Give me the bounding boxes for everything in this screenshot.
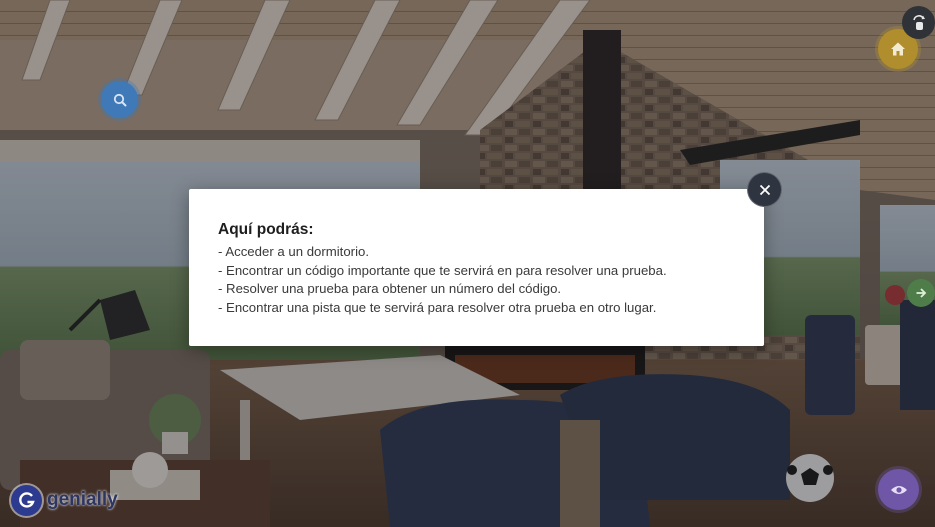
genially-logo-text: genially [47, 489, 118, 510]
dialog-line: - Encontrar un código importante que te … [218, 262, 667, 278]
touch-rotate-button[interactable] [902, 6, 935, 39]
escape-room-screen: Aquí podrás: - Acceder a un dormitorio. … [0, 0, 935, 527]
dialog-content: Aquí podrás: - Acceder a un dormitorio. … [218, 221, 744, 317]
touch-rotate-icon [910, 14, 928, 32]
dialog-line: - Acceder a un dormitorio. [218, 244, 369, 259]
dialog-line: - Encontrar una pista que te servirá par… [218, 299, 657, 315]
arrow-right-icon [915, 287, 927, 299]
dialog-title: Aquí podrás: [218, 221, 314, 238]
search-button[interactable] [101, 81, 138, 118]
view-button[interactable] [878, 469, 919, 510]
eye-icon [890, 484, 908, 496]
next-arrow-button[interactable] [907, 279, 935, 307]
search-icon [113, 93, 127, 107]
close-dialog-button[interactable] [747, 172, 782, 207]
dialog-line: - Resolver una prueba para obtener un nú… [218, 281, 562, 296]
home-icon [890, 41, 906, 57]
genially-logo[interactable]: genially [11, 483, 118, 517]
info-dialog: Aquí podrás: - Acceder a un dormitorio. … [189, 189, 764, 346]
close-icon [759, 184, 771, 196]
genially-logo-icon [11, 484, 42, 516]
